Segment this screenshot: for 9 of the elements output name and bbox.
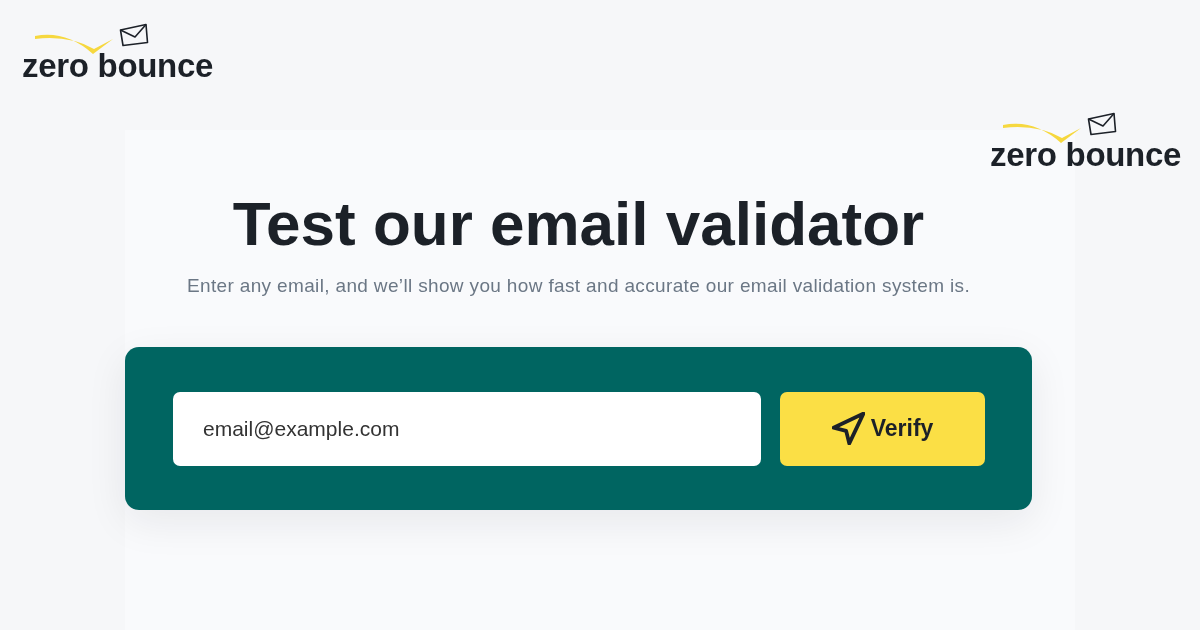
- send-icon: [831, 412, 865, 445]
- page-heading: Test our email validator: [232, 190, 925, 258]
- envelope-icon: [1087, 112, 1117, 136]
- email-input[interactable]: email@example.com: [173, 391, 761, 466]
- page-subheading: Enter any email, and we’ll show you how fast and accurate our email validation system is.: [186, 274, 971, 298]
- envelope-icon: [119, 23, 149, 47]
- logo-wordmark: zero bounce: [990, 138, 1182, 171]
- verify-button[interactable]: Verify: [780, 391, 985, 466]
- logo-wordmark: zero bounce: [22, 49, 214, 82]
